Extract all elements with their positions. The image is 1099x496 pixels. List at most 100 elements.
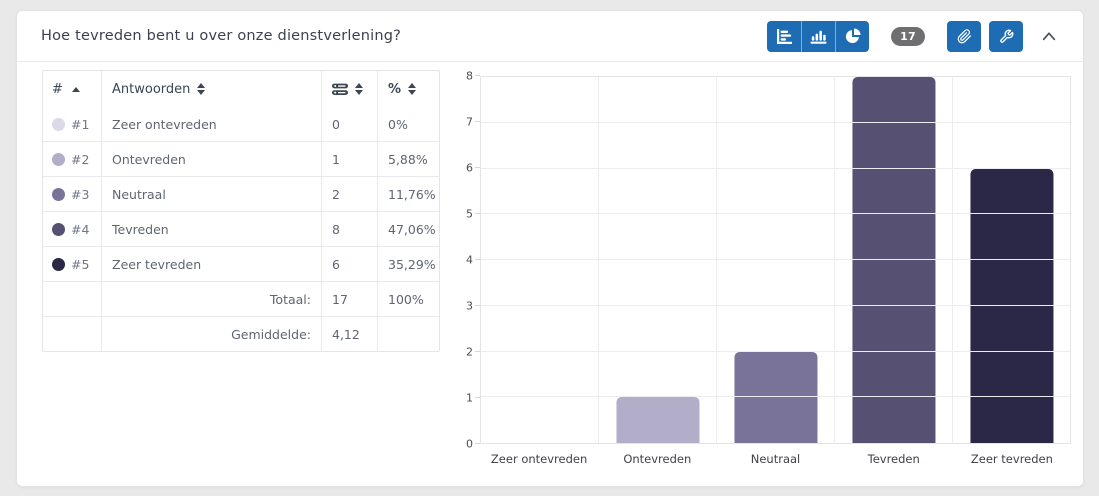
rank-header-label: # bbox=[52, 82, 63, 97]
chart-column bbox=[717, 77, 835, 443]
gridline bbox=[481, 396, 1070, 397]
question-title: Hoe tevreden bent u over onze dienstverl… bbox=[41, 28, 401, 44]
chevron-up-icon bbox=[1041, 30, 1057, 42]
sort-icon bbox=[408, 83, 416, 95]
bar-tevreden bbox=[852, 77, 935, 443]
table-row: #5 Zeer tevreden635,29% bbox=[43, 246, 439, 281]
col-rank-header[interactable]: # bbox=[43, 71, 101, 106]
col-answers-header[interactable]: Antwoorden bbox=[101, 71, 321, 106]
page-background: { "card": { "title": "Hoe tevreden bent … bbox=[0, 0, 1099, 496]
wrench-icon bbox=[999, 29, 1014, 44]
total-percent: 100% bbox=[377, 282, 439, 316]
chart-column bbox=[835, 77, 953, 443]
chart-columns bbox=[481, 77, 1070, 443]
col-percent-header[interactable]: % bbox=[377, 71, 439, 106]
answer-label: Zeer tevreden bbox=[101, 247, 321, 281]
question-results-card: Hoe tevreden bent u over onze dienstverl… bbox=[16, 10, 1084, 487]
average-value: 4,12 bbox=[321, 317, 377, 351]
pie-chart-button[interactable] bbox=[835, 21, 869, 52]
chart-column bbox=[599, 77, 717, 443]
card-header: Hoe tevreden bent u over onze dienstverl… bbox=[17, 11, 1083, 62]
answers-table-body: #1 Zeer ontevreden00% #2 Ontevreden15,88% #3… bbox=[43, 106, 439, 281]
table-row: #3Neutraal211,76% bbox=[43, 176, 439, 211]
table-row: #1 Zeer ontevreden00% bbox=[43, 106, 439, 141]
attachment-button[interactable] bbox=[947, 21, 981, 52]
answer-count: 1 bbox=[321, 142, 377, 176]
chart-plot bbox=[480, 76, 1071, 444]
results-bar-chart: 012345678 Zeer ontevredenOntevredenNeutr… bbox=[456, 70, 1071, 466]
x-axis-labels: Zeer ontevredenOntevredenNeutraalTevrede… bbox=[480, 452, 1071, 466]
answer-color-dot bbox=[52, 118, 65, 131]
chart-type-button-group bbox=[767, 21, 869, 52]
chart-column bbox=[953, 77, 1070, 443]
sort-icon bbox=[355, 83, 363, 95]
answer-count: 8 bbox=[321, 212, 377, 246]
vertical-bar-chart-button[interactable] bbox=[801, 21, 835, 52]
answer-color-dot bbox=[52, 258, 65, 271]
gridline bbox=[481, 122, 1070, 123]
total-count: 17 bbox=[321, 282, 377, 316]
sort-icon bbox=[197, 83, 205, 95]
answer-label: Tevreden bbox=[101, 212, 321, 246]
y-tick-label: 1 bbox=[466, 393, 473, 404]
horizontal-bar-chart-button[interactable] bbox=[767, 21, 801, 52]
answer-rank: #2 bbox=[71, 152, 89, 167]
x-axis-label: Neutraal bbox=[716, 452, 834, 466]
gridline bbox=[481, 168, 1070, 169]
sort-ascending-icon bbox=[72, 87, 80, 92]
answer-percent: 47,06% bbox=[377, 212, 439, 246]
chart-column bbox=[481, 77, 599, 443]
y-tick-label: 0 bbox=[466, 439, 473, 450]
answer-label: Neutraal bbox=[101, 177, 321, 211]
collapse-button[interactable] bbox=[1037, 28, 1061, 44]
gridline bbox=[481, 351, 1070, 352]
y-tick-label: 8 bbox=[466, 71, 473, 82]
responses-icon bbox=[332, 83, 348, 96]
plot-row: 012345678 bbox=[456, 76, 1071, 444]
answer-color-dot bbox=[52, 153, 65, 166]
answer-percent: 0% bbox=[377, 106, 439, 141]
bar-neutraal bbox=[734, 352, 817, 444]
y-tick-label: 4 bbox=[466, 255, 473, 266]
answer-count: 6 bbox=[321, 247, 377, 281]
total-row: Totaal: 17 100% bbox=[43, 281, 439, 316]
answers-table: # Antwoorden % bbox=[42, 70, 440, 352]
gridline bbox=[481, 259, 1070, 260]
settings-button[interactable] bbox=[989, 21, 1023, 52]
answer-color-dot bbox=[52, 223, 65, 236]
answer-rank: #5 bbox=[71, 257, 89, 272]
bar-ontevreden bbox=[616, 397, 699, 443]
gridline bbox=[481, 213, 1070, 214]
y-tick-label: 7 bbox=[466, 117, 473, 128]
bar-zeer-tevreden bbox=[970, 169, 1053, 444]
horizontal-bar-chart-icon bbox=[776, 29, 792, 44]
answer-count: 0 bbox=[321, 106, 377, 141]
answer-rank: #3 bbox=[71, 187, 89, 202]
answers-header-label: Antwoorden bbox=[112, 82, 190, 97]
y-tick-label: 6 bbox=[466, 163, 473, 174]
table-row: #2 Ontevreden15,88% bbox=[43, 141, 439, 176]
vertical-bar-chart-icon bbox=[810, 29, 827, 44]
average-label: Gemiddelde: bbox=[101, 317, 321, 351]
card-body: # Antwoorden % bbox=[17, 62, 1083, 466]
toolbar: 17 bbox=[767, 21, 1061, 52]
answer-color-dot bbox=[52, 188, 65, 201]
pie-chart-icon bbox=[845, 28, 861, 44]
average-percent bbox=[377, 317, 439, 351]
paperclip-icon bbox=[957, 29, 972, 44]
x-axis-label: Zeer ontevreden bbox=[480, 452, 598, 466]
answer-label: Zeer ontevreden bbox=[101, 106, 321, 141]
answer-label: Ontevreden bbox=[101, 142, 321, 176]
total-label: Totaal: bbox=[101, 282, 321, 316]
answer-rank: #4 bbox=[71, 222, 89, 237]
x-axis-label: Tevreden bbox=[835, 452, 953, 466]
y-tick-label: 2 bbox=[466, 347, 473, 358]
y-tick-label: 5 bbox=[466, 209, 473, 220]
x-axis-label: Ontevreden bbox=[598, 452, 716, 466]
answer-count: 2 bbox=[321, 177, 377, 211]
answer-percent: 35,29% bbox=[377, 247, 439, 281]
col-count-header[interactable] bbox=[321, 71, 377, 106]
average-row: Gemiddelde: 4,12 bbox=[43, 316, 439, 351]
answer-rank: #1 bbox=[71, 117, 89, 132]
answer-percent: 5,88% bbox=[377, 142, 439, 176]
